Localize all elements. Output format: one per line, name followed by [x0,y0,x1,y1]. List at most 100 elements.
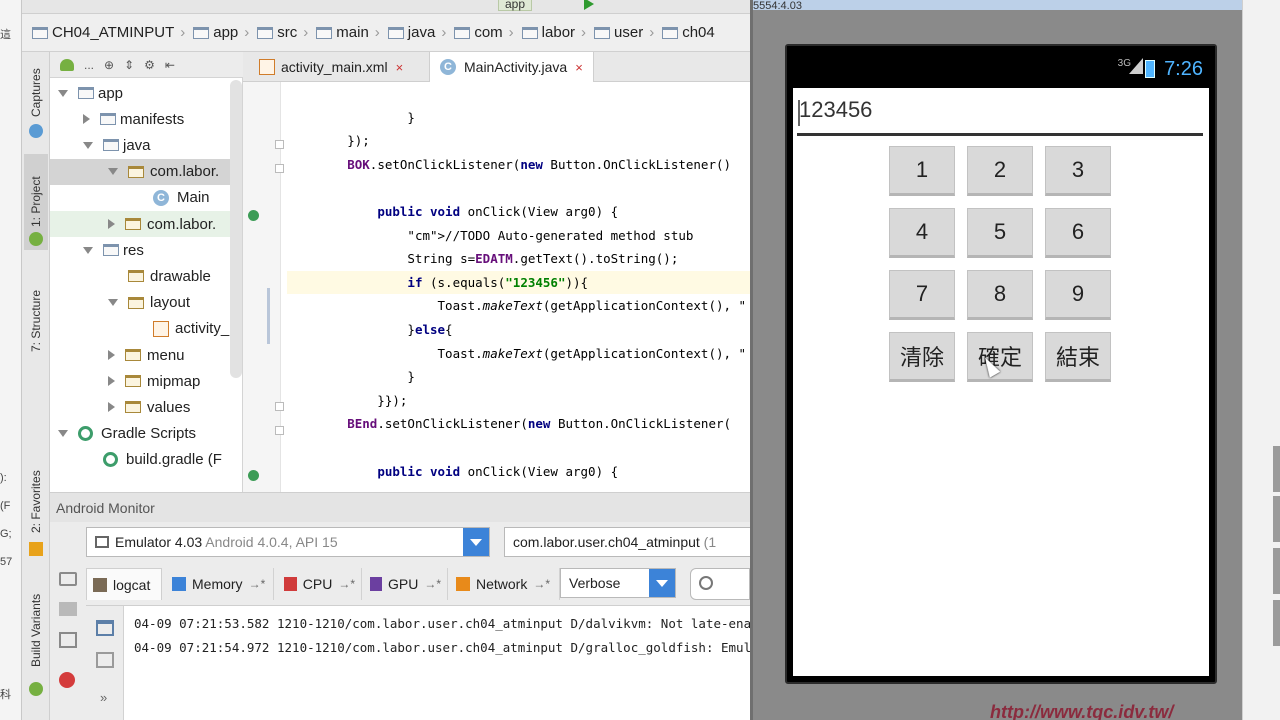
breadcrumb-item[interactable]: java › [387,24,446,41]
tree-item[interactable]: mipmap [50,368,242,394]
keypad-button[interactable]: 結束 [1045,332,1111,382]
watermark: http://www.tqc.idv.tw/ [990,702,1174,720]
keypad-button[interactable]: 清除 [889,332,955,382]
process-selector[interactable]: com.labor.user.ch04_atminput (1 [504,527,750,557]
project-toolbar: ... ⊕ ⇕ ⚙ ⇤ [50,52,243,78]
chevron-down-icon[interactable] [58,430,68,438]
breadcrumb-item[interactable]: app › [193,24,249,41]
tree-item[interactable]: Gradle Scripts [50,421,242,447]
breadcrumb-item[interactable]: user › [594,24,654,41]
run-icon[interactable] [584,0,594,10]
code-line: Toast.makeText(getApplicationContext(), … [287,298,747,314]
keypad-button[interactable]: 2 [967,146,1033,196]
tab-captures[interactable]: Captures [24,58,48,128]
tab-logcat[interactable]: logcat [86,568,162,600]
chevron-down-icon[interactable] [83,246,93,254]
hide-icon[interactable]: ⇤ [165,58,175,72]
tab-favorites[interactable]: 2: Favorites [24,452,48,552]
chevron-right-icon[interactable] [108,402,115,413]
android-icon [29,682,43,696]
tree-item[interactable]: java [50,132,242,158]
chevron-down-icon[interactable] [108,299,118,307]
more-icon[interactable]: » [100,690,107,705]
chevron-down-icon[interactable] [83,141,93,149]
tab-structure[interactable]: 7: Structure [24,266,48,376]
breadcrumb-item[interactable]: com › [454,24,514,41]
keypad-button[interactable]: 6 [1045,208,1111,258]
record-icon[interactable] [59,602,77,616]
tree-item[interactable]: activity_ [50,316,242,342]
logcat-output[interactable]: 04-09 07:21:53.582 1210-1210/com.labor.u… [124,606,750,720]
breadcrumb-item[interactable]: src › [257,24,308,41]
keypad-button[interactable]: 確定 [967,332,1033,382]
tab-memory[interactable]: Memory →* [166,568,274,600]
keypad-button[interactable]: 5 [967,208,1033,258]
code-editor[interactable]: } }); BOK.setOnClickListener(new Button.… [243,82,750,492]
override-icon[interactable] [248,470,259,481]
chevron-right-icon[interactable] [108,219,115,229]
tree-item[interactable]: manifests [50,106,242,132]
keypad-button[interactable]: 9 [1045,270,1111,320]
keypad-button[interactable]: 1 [889,146,955,196]
tree-item[interactable]: app [50,80,242,106]
chevron-right-icon[interactable] [108,376,115,387]
keypad-button[interactable]: 7 [889,270,955,320]
layout-inspector-icon[interactable] [59,632,77,648]
chevron-right-icon[interactable] [108,350,115,360]
override-icon[interactable] [248,210,259,221]
tab-main-activity-java[interactable]: C MainActivity.java × [429,52,594,82]
collapse-icon[interactable]: ⇕ [124,58,134,72]
tree-item[interactable]: com.labor. [50,158,242,185]
trash-icon[interactable] [96,620,114,636]
password-input[interactable]: 123456 [797,94,1203,136]
tree-item[interactable]: C Main [50,185,242,211]
keypad-button[interactable]: 3 [1045,146,1111,196]
camera-icon[interactable] [59,572,77,586]
device-selector[interactable]: Emulator 4.03 Android 4.0.4, API 15 [86,527,490,557]
close-icon[interactable]: × [396,60,404,75]
android-icon[interactable] [60,58,74,71]
keypad-button[interactable]: 4 [889,208,955,258]
breadcrumb: CH04_ATMINPUT › app › src › main › java › com… [22,14,750,52]
breadcrumb-item[interactable]: labor › [521,24,586,41]
search-input[interactable] [690,568,750,600]
tab-cpu[interactable]: CPU →* [278,568,362,600]
tree-item-label: menu [147,346,185,364]
tree-item[interactable]: layout [50,290,242,316]
text-cursor [798,100,800,126]
chevron-right-icon[interactable] [83,114,90,125]
chevron-down-icon[interactable] [58,89,68,97]
close-icon[interactable]: × [575,60,583,75]
tab-network[interactable]: Network →* [450,568,560,600]
log-level-selector[interactable]: Verbose [560,568,676,598]
breadcrumb-item[interactable]: CH04_ATMINPUT › [32,24,185,41]
tree-item[interactable]: drawable [50,263,242,289]
tree-scrollbar[interactable] [230,80,242,378]
tab-build-variants[interactable]: Build Variants [24,580,48,680]
fold-marker[interactable] [275,140,284,149]
breadcrumb-item[interactable]: main › [316,24,380,41]
tab-gpu[interactable]: GPU →* [364,568,448,600]
fold-marker[interactable] [275,164,284,173]
class-icon: C [440,59,456,75]
tree-item[interactable]: build.gradle (F [50,447,242,473]
tree-item[interactable]: menu [50,342,242,368]
tree-item[interactable]: values [50,394,242,420]
folder-icon [594,26,611,39]
chevron-down-icon[interactable] [108,168,118,176]
gear-icon[interactable]: ⚙ [144,58,155,72]
breadcrumb-item[interactable]: ch04 [662,24,715,41]
tree-item[interactable]: res [50,237,242,263]
view-selector[interactable]: ... [84,58,94,72]
tree-item[interactable]: com.labor. [50,211,242,237]
stop-icon[interactable] [59,672,75,688]
folder-icon [103,244,119,257]
keypad-button[interactable]: 8 [967,270,1033,320]
run-config-selector[interactable]: app [498,0,533,11]
fold-marker[interactable] [275,426,284,435]
scroll-to-end-icon[interactable] [96,652,114,668]
fold-marker[interactable] [275,402,284,411]
tab-activity-main-xml[interactable]: activity_main.xml × [249,52,413,82]
sync-icon[interactable]: ⊕ [104,58,114,72]
folder-icon [257,26,274,39]
